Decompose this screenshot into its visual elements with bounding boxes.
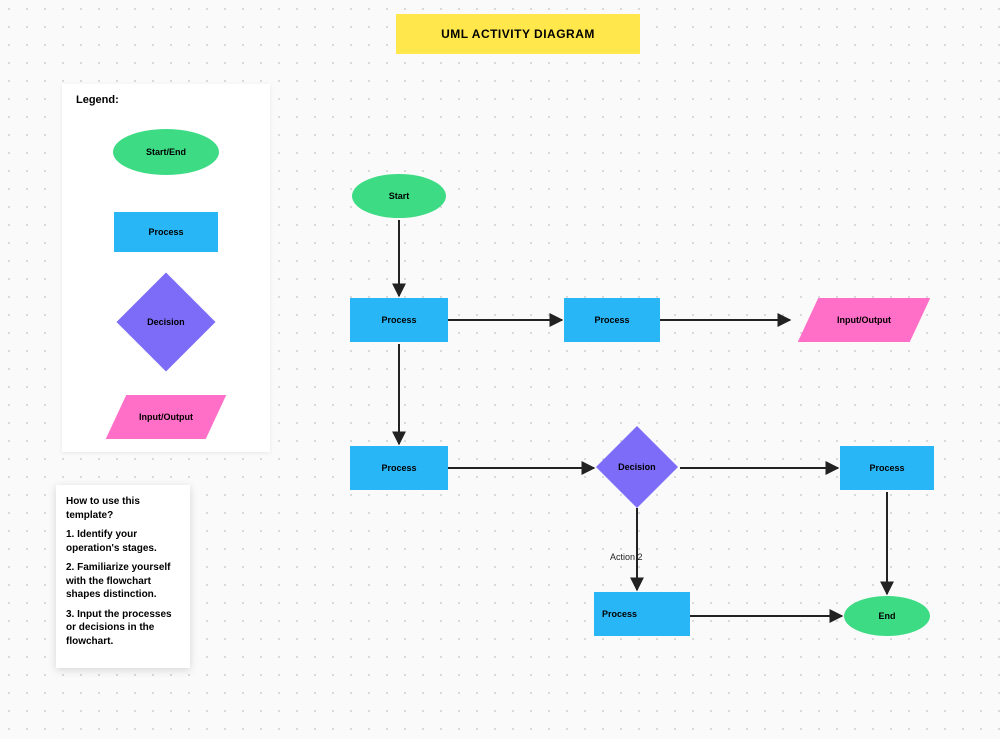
node-io-1-label: Input/Output — [837, 315, 891, 325]
howto-panel: How to use this template? 1. Identify yo… — [56, 485, 190, 668]
node-process-3-label: Process — [381, 463, 416, 473]
legend-io: Input/Output — [62, 372, 270, 462]
howto-step-3: 3. Input the processes or decisions in t… — [66, 608, 180, 649]
node-decision-label: Decision — [618, 462, 656, 472]
node-start-label: Start — [389, 191, 410, 201]
diagram-canvas: UML ACTIVITY DIAGRAM Legend: Start/End P… — [0, 0, 1000, 739]
legend-start-end-label: Start/End — [146, 147, 186, 157]
io-shape: Input/Output — [106, 395, 227, 439]
node-process-3[interactable]: Process — [350, 446, 448, 490]
edge-label-action2: Action 2 — [610, 552, 643, 562]
node-process-5-label: Process — [602, 609, 637, 619]
node-process-4-label: Process — [869, 463, 904, 473]
howto-step-1: 1. Identify your operation's stages. — [66, 528, 180, 555]
node-end[interactable]: End — [844, 596, 930, 636]
legend-panel: Legend: Start/End Process Decision Input… — [62, 84, 270, 452]
legend-start-end: Start/End — [62, 112, 270, 192]
howto-step-2: 2. Familiarize yourself with the flowcha… — [66, 561, 180, 602]
node-process-5[interactable]: Process — [594, 592, 690, 636]
decision-shape: Decision — [117, 273, 216, 372]
node-process-2-label: Process — [594, 315, 629, 325]
legend-process: Process — [62, 192, 270, 272]
node-process-1-label: Process — [381, 315, 416, 325]
process-shape: Process — [114, 212, 218, 252]
node-io-1[interactable]: Input/Output — [798, 298, 931, 342]
diagram-title: UML ACTIVITY DIAGRAM — [441, 27, 595, 41]
node-process-4[interactable]: Process — [840, 446, 934, 490]
node-end-label: End — [879, 611, 896, 621]
howto-heading: How to use this template? — [66, 495, 180, 522]
legend-io-label: Input/Output — [139, 412, 193, 422]
node-process-2[interactable]: Process — [564, 298, 660, 342]
node-start[interactable]: Start — [352, 174, 446, 218]
node-decision[interactable]: Decision — [596, 426, 678, 508]
legend-heading: Legend: — [76, 94, 270, 106]
start-end-shape: Start/End — [113, 129, 219, 175]
node-process-1[interactable]: Process — [350, 298, 448, 342]
diagram-title-banner: UML ACTIVITY DIAGRAM — [396, 14, 640, 54]
legend-process-label: Process — [148, 227, 183, 237]
legend-decision: Decision — [62, 272, 270, 372]
legend-decision-label: Decision — [147, 317, 185, 327]
